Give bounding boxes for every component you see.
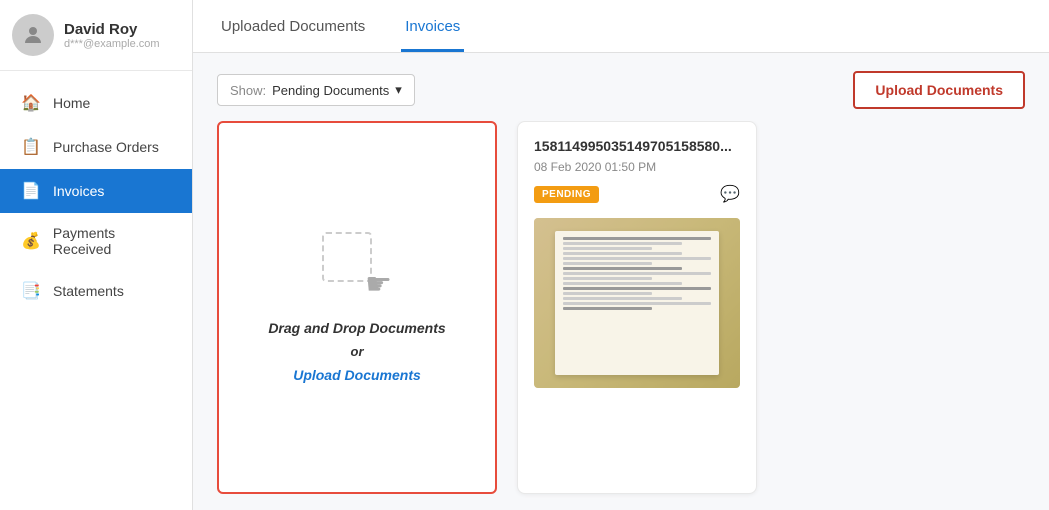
receipt-line-8 bbox=[563, 272, 712, 275]
sidebar-item-statements-label: Statements bbox=[53, 283, 124, 299]
sidebar-item-home-label: Home bbox=[53, 95, 90, 111]
main-content: Uploaded Documents Invoices Show: Pendin… bbox=[193, 0, 1049, 510]
sidebar-nav: 🏠 Home 📋 Purchase Orders 📄 Invoices 💰 Pa… bbox=[0, 71, 192, 510]
document-id: 158114995035149705158580... bbox=[534, 138, 740, 154]
filter-show-label: Show: bbox=[230, 83, 266, 98]
toolbar: Show: Pending Documents ▾ Upload Documen… bbox=[193, 53, 1049, 121]
sidebar-item-payments-label: Payments Received bbox=[53, 225, 174, 257]
receipt-line-6 bbox=[563, 262, 652, 265]
receipt-line-12 bbox=[563, 292, 652, 295]
payments-icon: 💰 bbox=[21, 231, 41, 251]
drop-text-main: Drag and Drop Documents bbox=[268, 320, 445, 336]
document-status-row: PENDING 💬 bbox=[534, 184, 740, 204]
sidebar-item-payments-received[interactable]: 💰 Payments Received bbox=[0, 213, 192, 269]
receipt-line-3 bbox=[563, 247, 652, 250]
receipt-line-4 bbox=[563, 252, 682, 255]
statements-icon: 📑 bbox=[21, 281, 41, 301]
avatar bbox=[12, 14, 54, 56]
sidebar-item-purchase-orders[interactable]: 📋 Purchase Orders bbox=[0, 125, 192, 169]
status-badge: PENDING bbox=[534, 186, 599, 203]
tab-invoices[interactable]: Invoices bbox=[401, 0, 464, 52]
receipt-line-11 bbox=[563, 287, 712, 290]
receipt-line-2 bbox=[563, 242, 682, 245]
tab-uploaded-documents[interactable]: Uploaded Documents bbox=[217, 0, 369, 52]
drop-zone-upload-link[interactable]: Upload Documents bbox=[293, 367, 421, 383]
receipt-line-10 bbox=[563, 282, 682, 285]
tab-bar: Uploaded Documents Invoices bbox=[193, 0, 1049, 53]
sidebar: David Roy d***@example.com 🏠 Home 📋 Purc… bbox=[0, 0, 193, 510]
filter-value: Pending Documents bbox=[272, 83, 389, 98]
content-area: ☛ Drag and Drop Documents or Upload Docu… bbox=[193, 121, 1049, 510]
receipt-line-13 bbox=[563, 297, 682, 300]
chevron-down-icon: ▾ bbox=[395, 82, 402, 98]
receipt-line-5 bbox=[563, 257, 712, 260]
document-card: 158114995035149705158580... 08 Feb 2020 … bbox=[517, 121, 757, 494]
invoices-icon: 📄 bbox=[21, 181, 41, 201]
filter-dropdown[interactable]: Show: Pending Documents ▾ bbox=[217, 74, 415, 106]
drop-zone[interactable]: ☛ Drag and Drop Documents or Upload Docu… bbox=[217, 121, 497, 494]
receipt-paper bbox=[555, 231, 720, 376]
user-email: d***@example.com bbox=[64, 38, 160, 50]
user-name: David Roy bbox=[64, 21, 160, 38]
receipt-line-1 bbox=[563, 237, 712, 240]
purchase-orders-icon: 📋 bbox=[21, 137, 41, 157]
sidebar-item-invoices-label: Invoices bbox=[53, 183, 104, 199]
hand-icon: ☛ bbox=[365, 267, 392, 302]
drop-text-or: or bbox=[351, 344, 364, 359]
receipt-line-15 bbox=[563, 307, 652, 310]
receipt-line-7 bbox=[563, 267, 682, 270]
document-thumbnail bbox=[534, 218, 740, 388]
drop-zone-icon: ☛ bbox=[322, 232, 392, 302]
document-date: 08 Feb 2020 01:50 PM bbox=[534, 160, 740, 174]
user-profile: David Roy d***@example.com bbox=[0, 0, 192, 71]
home-icon: 🏠 bbox=[21, 93, 41, 113]
sidebar-item-statements[interactable]: 📑 Statements bbox=[0, 269, 192, 313]
user-avatar-icon bbox=[21, 23, 45, 47]
receipt-image bbox=[534, 218, 740, 388]
upload-documents-button[interactable]: Upload Documents bbox=[853, 71, 1025, 109]
receipt-line-9 bbox=[563, 277, 652, 280]
sidebar-item-home[interactable]: 🏠 Home bbox=[0, 81, 192, 125]
chat-icon[interactable]: 💬 bbox=[720, 184, 740, 204]
sidebar-item-purchase-orders-label: Purchase Orders bbox=[53, 139, 159, 155]
receipt-line-14 bbox=[563, 302, 712, 305]
sidebar-item-invoices[interactable]: 📄 Invoices bbox=[0, 169, 192, 213]
